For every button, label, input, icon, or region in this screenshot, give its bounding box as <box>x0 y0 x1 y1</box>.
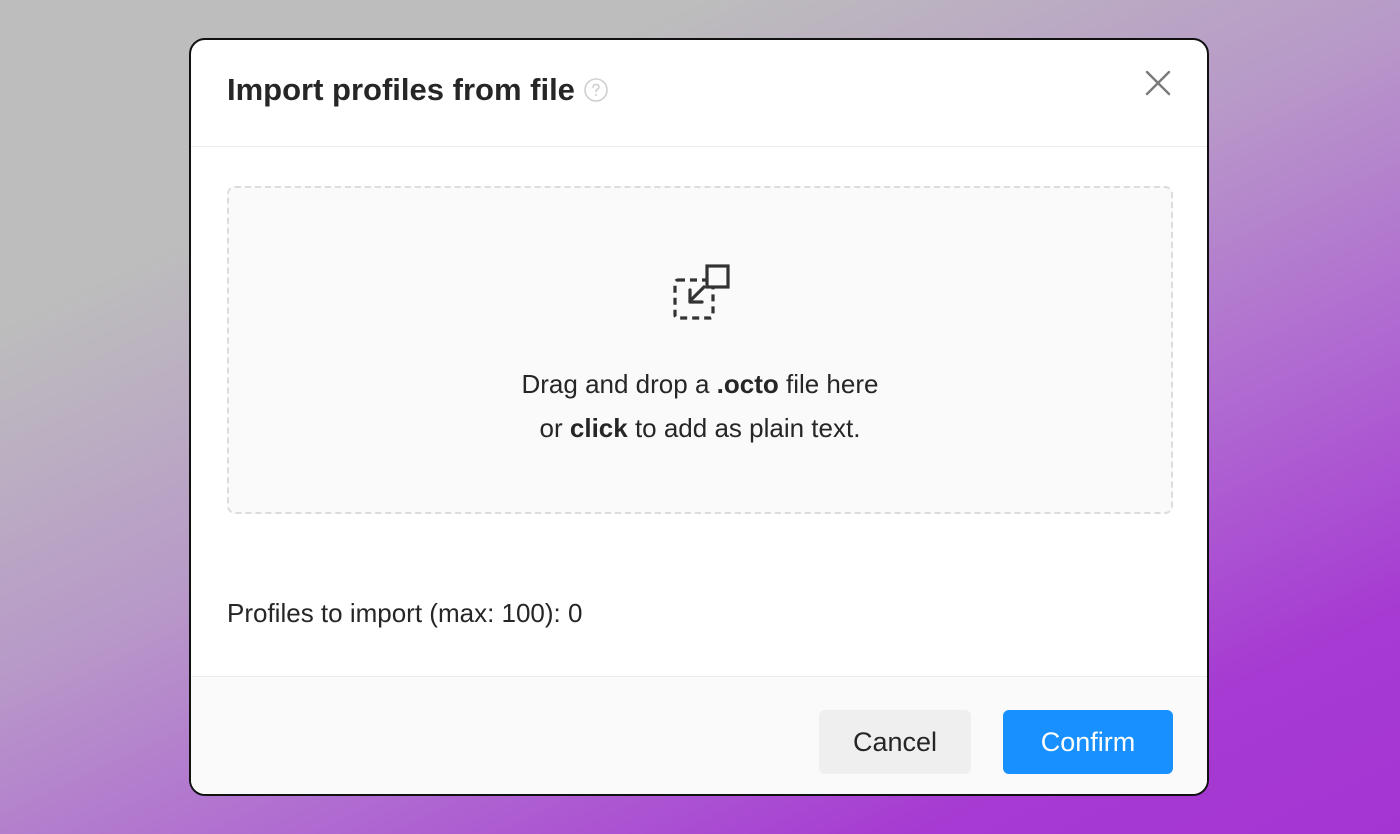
dropzone-instructions: Drag and drop a .octo file here or click… <box>229 362 1171 450</box>
import-profiles-dialog: Import profiles from file Drag and drop … <box>189 38 1209 796</box>
dialog-title: Import profiles from file <box>227 72 575 107</box>
close-button[interactable] <box>1141 68 1175 102</box>
cancel-button[interactable]: Cancel <box>819 710 971 774</box>
dropzone-line-2: or click to add as plain text. <box>539 413 861 443</box>
dialog-footer: Cancel Confirm <box>191 676 1207 794</box>
import-file-icon <box>671 262 733 324</box>
title-group: Import profiles from file <box>227 72 608 108</box>
file-dropzone[interactable]: Drag and drop a .octo file here or click… <box>227 186 1173 514</box>
close-icon <box>1144 69 1172 102</box>
profiles-to-import-count: Profiles to import (max: 100): 0 <box>227 598 583 628</box>
confirm-button[interactable]: Confirm <box>1003 710 1173 774</box>
dropzone-line-1: Drag and drop a .octo file here <box>521 369 879 399</box>
dialog-header: Import profiles from file <box>191 40 1207 147</box>
question-circle-icon[interactable] <box>584 78 608 102</box>
